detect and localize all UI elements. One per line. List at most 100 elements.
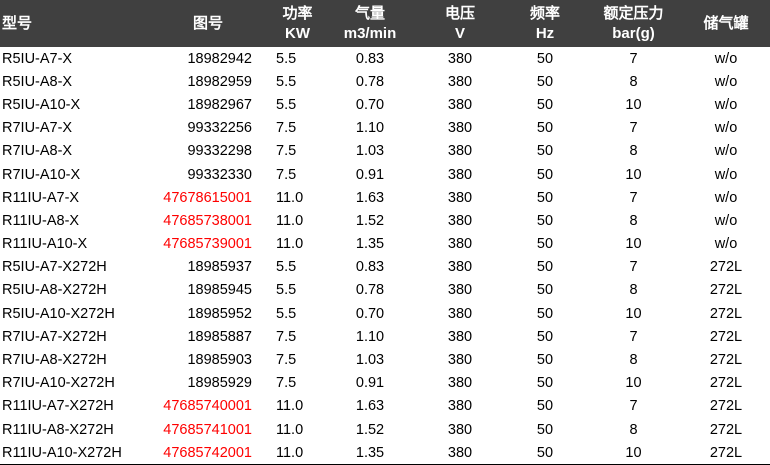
cell-frequency: 50 [505, 441, 585, 465]
cell-flow: 0.83 [355, 50, 385, 67]
table-row: R11IU-A10-X 47685739001 11.0 1.35 380 50 10 w/o [0, 233, 770, 256]
table-row: R5IU-A7-X 18982942 5.5 0.83 380 50 7 w/o [0, 47, 770, 70]
table-row: R5IU-A8-X272H 18985945 5.5 0.78 380 50 8 272L [0, 279, 770, 302]
cell-part-number: 47685742001 [146, 441, 270, 465]
cell-pressure: 8 [629, 421, 638, 438]
cell-flow: 1.03 [355, 352, 385, 369]
cell-voltage: 380 [447, 120, 473, 137]
cell-pressure: 7 [629, 189, 638, 206]
cell-frequency: 50 [536, 50, 554, 67]
cell-tank: w/o [714, 143, 738, 160]
cell-pressure: 10 [625, 236, 642, 253]
cell-voltage: 380 [447, 421, 473, 438]
cell-pressure: 7 [629, 120, 638, 137]
cell-pressure: 7 [629, 328, 638, 345]
cell-model: R5IU-A8-X [2, 73, 73, 90]
cell-flow: 1.35 [355, 236, 385, 253]
table-row: R7IU-A7-X272H 18985887 7.5 1.10 380 50 7 272L [0, 325, 770, 348]
cell-model: R7IU-A7-X272H [2, 328, 107, 345]
cell-model: R7IU-A7-X [2, 120, 73, 137]
cell-tank: w/o [714, 166, 738, 183]
cell-pressure: 10 [585, 441, 682, 465]
header-power: 功率 KW [270, 0, 325, 47]
cell-part-number: 99332298 [187, 143, 252, 160]
header-tank-line-1: 储气罐 [703, 14, 749, 32]
cell-power: 5.5 [276, 96, 297, 113]
table-row: R5IU-A10-X272H 18985952 5.5 0.70 380 50 10 272L [0, 302, 770, 325]
cell-power: 5.5 [276, 259, 297, 276]
cell-model: R7IU-A8-X272H [2, 352, 107, 369]
cell-voltage: 380 [447, 166, 473, 183]
cell-tank: w/o [714, 50, 738, 67]
cell-part-number: 18985929 [187, 375, 252, 392]
header-pressure-line-1: 额定压力 [603, 4, 664, 22]
cell-flow: 1.03 [355, 143, 385, 160]
cell-voltage: 380 [447, 375, 473, 392]
table-row: R7IU-A8-X272H 18985903 7.5 1.03 380 50 8 272L [0, 348, 770, 371]
cell-power: 11.0 [276, 236, 304, 253]
cell-voltage: 380 [447, 73, 473, 90]
cell-part-number: 18985887 [187, 328, 252, 345]
header-tank: 储气罐 [682, 0, 770, 47]
cell-power: 5.5 [276, 73, 297, 90]
cell-voltage: 380 [447, 143, 473, 160]
cell-frequency: 50 [536, 305, 554, 322]
cell-model: R5IU-A7-X272H [2, 259, 107, 276]
cell-flow: 0.70 [355, 96, 385, 113]
header-flow-line-2: m3/min [343, 24, 397, 42]
cell-power: 11.0 [276, 398, 304, 415]
cell-model: R11IU-A10-X272H [0, 441, 146, 465]
cell-power: 7.5 [276, 120, 297, 137]
cell-tank: w/o [714, 236, 738, 253]
cell-pressure: 10 [625, 96, 642, 113]
cell-frequency: 50 [536, 189, 554, 206]
header-power-line-1: 功率 [282, 4, 313, 22]
cell-voltage: 380 [447, 259, 473, 276]
cell-pressure: 8 [629, 282, 638, 299]
table-row: R11IU-A7-X272H 47685740001 11.0 1.63 380 50 7 2… [0, 395, 770, 418]
cell-power: 5.5 [276, 50, 297, 67]
cell-tank: w/o [714, 212, 738, 229]
cell-tank: w/o [714, 120, 738, 137]
spec-table: 型号 图号 功率 KW 气量 m3/min 电压 V 频率 Hz 额定压力 ba… [0, 0, 770, 465]
cell-frequency: 50 [536, 120, 554, 137]
cell-flow: 0.70 [355, 305, 385, 322]
header-model-line-1: 型号 [2, 14, 33, 32]
cell-flow: 0.78 [355, 282, 385, 299]
cell-tank: w/o [714, 73, 738, 90]
cell-tank: 272L [709, 375, 743, 392]
cell-tank: 272L [682, 441, 770, 465]
cell-power: 11.0 [276, 421, 304, 438]
cell-pressure: 10 [625, 166, 642, 183]
cell-power: 11.0 [270, 441, 325, 465]
table-row: R7IU-A8-X 99332298 7.5 1.03 380 50 8 w/o [0, 140, 770, 163]
cell-frequency: 50 [536, 421, 554, 438]
cell-voltage: 380 [447, 96, 473, 113]
cell-frequency: 50 [536, 398, 554, 415]
cell-voltage: 380 [447, 212, 473, 229]
cell-flow: 1.52 [355, 421, 385, 438]
cell-tank: 272L [709, 398, 743, 415]
header-voltage: 电压 V [415, 0, 505, 47]
table-row: R11IU-A7-X 47678615001 11.0 1.63 380 50 7 w/o [0, 186, 770, 209]
cell-frequency: 50 [536, 352, 554, 369]
cell-flow: 0.91 [355, 166, 385, 183]
cell-power: 7.5 [276, 352, 297, 369]
cell-model: R11IU-A7-X [2, 189, 80, 206]
cell-part-number: 99332256 [187, 120, 252, 137]
cell-frequency: 50 [536, 143, 554, 160]
cell-pressure: 8 [629, 352, 638, 369]
cell-model: R5IU-A10-X272H [2, 305, 115, 322]
cell-tank: 272L [709, 352, 743, 369]
cell-part-number: 18985937 [187, 259, 252, 276]
header-power-line-2: KW [285, 24, 310, 42]
header-voltage-line-2: V [454, 24, 465, 42]
cell-part-number: 99332330 [187, 166, 252, 183]
table-header: 型号 图号 功率 KW 气量 m3/min 电压 V 频率 Hz 额定压力 ba… [0, 0, 770, 47]
cell-part-number: 18985945 [187, 282, 252, 299]
cell-model: R5IU-A8-X272H [2, 282, 107, 299]
cell-tank: 272L [709, 282, 743, 299]
cell-pressure: 7 [629, 398, 638, 415]
cell-voltage: 380 [447, 282, 473, 299]
cell-power: 5.5 [276, 282, 297, 299]
